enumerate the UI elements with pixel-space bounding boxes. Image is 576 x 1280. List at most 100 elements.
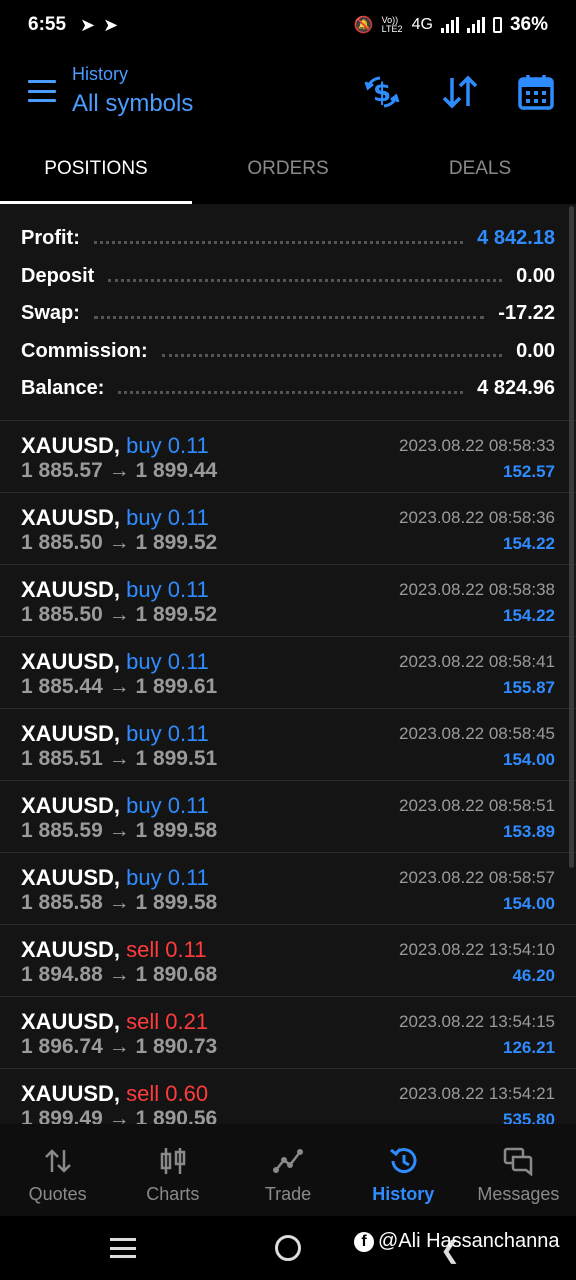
deal-side: buy 0.11 xyxy=(126,432,209,458)
signal-icon-2 xyxy=(466,17,485,33)
history-tabs: POSITIONS ORDERS DEALS xyxy=(0,142,576,204)
dot-leader xyxy=(118,391,464,395)
tab-deals[interactable]: DEALS xyxy=(384,142,576,204)
symbol-name: XAUUSD, xyxy=(21,936,121,962)
deal-prices: 1 885.50 → 1 899.52 xyxy=(21,531,217,555)
nav-quotes[interactable]: Quotes xyxy=(0,1124,115,1216)
watermark-text: @Ali Hassanchanna xyxy=(378,1230,560,1252)
home-icon[interactable] xyxy=(275,1235,301,1261)
deal-row[interactable]: XAUUSD, sell 0.21 1 896.74 → 1 890.73 2023… xyxy=(0,997,576,1069)
system-navigation: ❮ f @Ali Hassanchanna xyxy=(0,1216,576,1280)
deal-row[interactable]: XAUUSD, buy 0.11 1 885.58 → 1 899.58 2023.… xyxy=(0,853,576,925)
nav-history[interactable]: History xyxy=(346,1124,461,1216)
deal-profit: 155.87 xyxy=(503,677,555,697)
deal-row[interactable]: XAUUSD, buy 0.11 1 885.44 → 1 899.61 2023.… xyxy=(0,637,576,709)
charts-icon xyxy=(160,1148,186,1174)
symbol-name: XAUUSD, xyxy=(21,1080,121,1106)
scrollbar[interactable] xyxy=(569,206,574,868)
watermark: f @Ali Hassanchanna xyxy=(354,1230,560,1253)
dot-leader xyxy=(161,353,503,357)
deal-row[interactable]: XAUUSD, sell 0.60 1 899.49 → 1 890.56 2023… xyxy=(0,1069,576,1125)
arrow-icon: → xyxy=(108,1106,130,1125)
deal-profit: 154.00 xyxy=(503,749,555,769)
recent-apps-icon[interactable] xyxy=(110,1238,136,1258)
menu-icon[interactable] xyxy=(28,80,56,102)
close-price: 1 890.68 xyxy=(135,962,218,986)
header-subtitle: History xyxy=(72,64,129,84)
symbol-name: XAUUSD, xyxy=(21,648,121,674)
dot-leader xyxy=(93,316,485,320)
tab-positions[interactable]: POSITIONS xyxy=(0,142,192,204)
deal-side: buy 0.11 xyxy=(126,792,209,818)
telegram-icon: ➤ xyxy=(80,14,96,35)
summary-label: Commission: xyxy=(21,339,148,362)
battery-icon xyxy=(492,17,502,33)
deal-profit: 152.57 xyxy=(503,461,555,481)
symbol-name: XAUUSD, xyxy=(21,432,121,458)
summary-deposit: Deposit 0.00 xyxy=(21,258,555,296)
deal-profit: 535.80 xyxy=(503,1109,555,1125)
summary-value: 0.00 xyxy=(516,264,555,287)
history-list[interactable]: Profit: 4 842.18 Deposit 0.00 Swap: -17.… xyxy=(0,204,576,1124)
nav-label: Charts xyxy=(146,1184,200,1204)
deal-time: 2023.08.22 13:54:10 xyxy=(399,939,555,959)
deal-time: 2023.08.22 08:58:51 xyxy=(399,795,555,815)
deal-side: buy 0.11 xyxy=(126,648,209,674)
deals-list: XAUUSD, buy 0.11 1 885.57 → 1 899.44 2023.… xyxy=(0,421,576,1125)
messages-icon xyxy=(504,1147,533,1176)
deal-side: buy 0.11 xyxy=(126,864,209,890)
deal-symbol: XAUUSD, buy 0.11 xyxy=(21,793,209,819)
open-price: 1 885.44 xyxy=(21,674,103,698)
deal-side: buy 0.11 xyxy=(126,576,209,602)
close-price: 1 899.58 xyxy=(135,890,218,914)
tab-orders[interactable]: ORDERS xyxy=(192,142,384,204)
nav-messages[interactable]: Messages xyxy=(461,1124,576,1216)
summary-panel: Profit: 4 842.18 Deposit 0.00 Swap: -17.… xyxy=(0,204,576,421)
open-price: 1 885.57 xyxy=(21,458,103,482)
close-price: 1 899.44 xyxy=(135,458,218,482)
deal-symbol: XAUUSD, buy 0.11 xyxy=(21,721,209,747)
trade-icon xyxy=(273,1149,303,1173)
deal-row[interactable]: XAUUSD, buy 0.11 1 885.59 → 1 899.58 2023.… xyxy=(0,781,576,853)
deal-row[interactable]: XAUUSD, buy 0.11 1 885.51 → 1 899.51 2023.… xyxy=(0,709,576,781)
deal-profit: 154.00 xyxy=(503,893,555,913)
summary-value: 0.00 xyxy=(516,339,555,362)
sort-icon[interactable] xyxy=(440,72,480,112)
summary-label: Balance: xyxy=(21,377,105,400)
close-price: 1 899.58 xyxy=(135,818,218,842)
arrow-icon: → xyxy=(108,602,130,626)
open-price: 1 896.74 xyxy=(21,1034,103,1058)
symbol-name: XAUUSD, xyxy=(21,792,121,818)
deal-symbol: XAUUSD, sell 0.21 xyxy=(21,1009,208,1035)
close-price: 1 899.52 xyxy=(135,530,218,554)
arrow-icon: → xyxy=(108,818,130,842)
arrow-icon: → xyxy=(108,674,130,698)
nav-charts[interactable]: Charts xyxy=(115,1124,230,1216)
symbol-selector[interactable]: All symbols xyxy=(72,90,193,118)
currency-exchange-icon[interactable]: $ xyxy=(362,72,402,112)
deal-symbol: XAUUSD, buy 0.11 xyxy=(21,505,209,531)
deal-row[interactable]: XAUUSD, sell 0.11 1 894.88 → 1 890.68 2023… xyxy=(0,925,576,997)
deal-row[interactable]: XAUUSD, buy 0.11 1 885.57 → 1 899.44 2023.… xyxy=(0,421,576,493)
summary-profit: Profit: 4 842.18 xyxy=(21,220,555,258)
deal-row[interactable]: XAUUSD, buy 0.11 1 885.50 → 1 899.52 2023.… xyxy=(0,565,576,637)
deal-time: 2023.08.22 08:58:57 xyxy=(399,867,555,887)
calendar-icon[interactable] xyxy=(516,72,556,112)
nav-trade[interactable]: Trade xyxy=(230,1124,345,1216)
close-price: 1 899.52 xyxy=(135,602,218,626)
deal-row[interactable]: XAUUSD, buy 0.11 1 885.50 → 1 899.52 2023.… xyxy=(0,493,576,565)
deal-side: sell 0.60 xyxy=(126,1080,209,1106)
deal-side: sell 0.21 xyxy=(126,1008,209,1034)
summary-balance: Balance: 4 824.96 xyxy=(21,370,555,408)
symbol-name: XAUUSD, xyxy=(21,576,121,602)
deal-side: buy 0.11 xyxy=(126,720,209,746)
status-bar: 6:55 ➤ ➤ 🔕 Vo)) LTE2 4G 36% xyxy=(0,0,576,50)
summary-value: -17.22 xyxy=(498,302,555,325)
mute-icon: 🔕 xyxy=(353,17,374,34)
battery-percent: 36% xyxy=(509,14,548,35)
deal-prices: 1 885.57 → 1 899.44 xyxy=(21,459,217,483)
arrow-icon: → xyxy=(108,746,130,770)
signal-icon xyxy=(440,17,459,33)
app-header: History All symbols $ xyxy=(0,50,576,142)
close-price: 1 899.61 xyxy=(135,674,218,698)
